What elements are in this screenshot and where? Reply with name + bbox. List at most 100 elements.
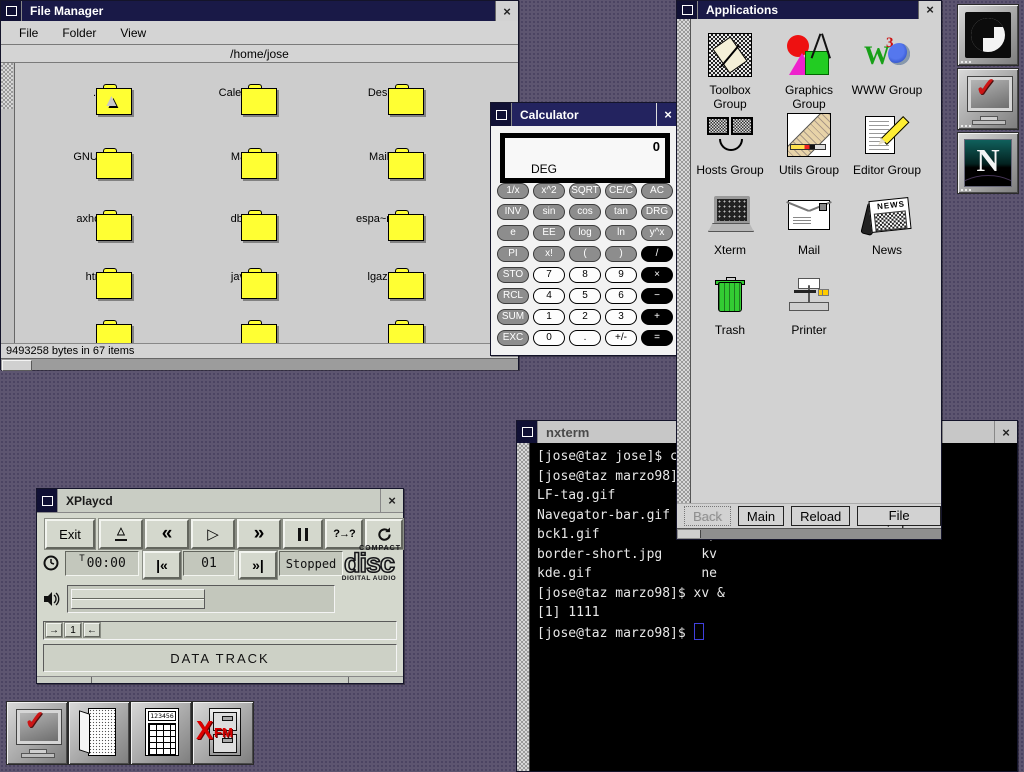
dock-tile-xfm[interactable]: X FM xyxy=(192,701,254,765)
calc-button[interactable]: . xyxy=(569,330,601,346)
file-manager-titlebar[interactable]: File Manager × xyxy=(1,1,518,21)
window-resize-bar[interactable] xyxy=(37,676,403,683)
main-button[interactable]: Main xyxy=(738,506,784,526)
calc-button[interactable]: DRG xyxy=(641,204,673,220)
calc-button[interactable]: 9 xyxy=(605,267,637,283)
file-window-button[interactable]: File window xyxy=(857,506,941,526)
calc-button[interactable]: tan xyxy=(605,204,637,220)
applications-titlebar[interactable]: Applications × xyxy=(677,1,941,19)
exit-button[interactable]: Exit xyxy=(45,519,95,549)
calc-button[interactable]: e xyxy=(497,225,529,241)
xplaycd-titlebar[interactable]: XPlaycd × xyxy=(37,489,403,513)
calc-button[interactable]: RCL xyxy=(497,288,529,304)
dock-tile-system-check[interactable]: ✓ xyxy=(957,68,1019,130)
calc-button[interactable]: 1/x xyxy=(497,183,529,199)
calc-button[interactable]: sin xyxy=(533,204,565,220)
app-item-news[interactable]: NEWS News xyxy=(848,189,926,257)
calc-button[interactable]: × xyxy=(641,267,673,283)
dock-tile-netscape[interactable]: N xyxy=(957,132,1019,194)
calc-button[interactable]: 0 xyxy=(533,330,565,346)
calc-button[interactable]: +/- xyxy=(605,330,637,346)
folder-item[interactable]: ▲ .. xyxy=(36,84,156,99)
folder-item[interactable]: GNUstep xyxy=(36,148,156,163)
window-menu-icon[interactable] xyxy=(517,421,538,443)
calc-button[interactable]: ( xyxy=(569,246,601,262)
window-menu-icon[interactable] xyxy=(677,1,698,19)
next-track-button[interactable]: »| xyxy=(239,551,277,579)
calc-button[interactable]: x! xyxy=(533,246,565,262)
folder-item[interactable]: Mail xyxy=(181,148,301,163)
calc-button[interactable]: 6 xyxy=(605,288,637,304)
scrollbar-thumb[interactable] xyxy=(678,530,701,538)
calculator-titlebar[interactable]: Calculator × xyxy=(491,103,679,126)
close-icon[interactable]: × xyxy=(994,421,1017,443)
app-item-toolbox[interactable]: Toolbox Group xyxy=(691,29,769,111)
calc-button[interactable]: y^x xyxy=(641,225,673,241)
calc-button[interactable]: x^2 xyxy=(533,183,565,199)
calc-button[interactable]: 2 xyxy=(569,309,601,325)
folder-item[interactable]: dbfs xyxy=(181,210,301,225)
dock-tile-system-check[interactable]: ✓ xyxy=(6,701,68,765)
vertical-scrollbar[interactable] xyxy=(517,443,530,771)
horizontal-scrollbar[interactable] xyxy=(1,358,518,370)
track-nav-track-button[interactable]: 1 xyxy=(65,623,81,637)
folder-item[interactable]: Calendar xyxy=(181,84,301,99)
calc-button[interactable]: PI xyxy=(497,246,529,262)
back-button[interactable]: Back xyxy=(684,506,731,526)
folder-item[interactable]: Desktop xyxy=(328,84,448,99)
window-menu-icon[interactable] xyxy=(491,103,512,126)
app-item-utils[interactable]: Utils Group xyxy=(770,109,848,177)
app-item-printer[interactable]: Printer xyxy=(770,269,848,337)
app-item-trash[interactable]: Trash xyxy=(691,269,769,337)
folder-item[interactable]: espa~nol-1.5 xyxy=(328,210,448,225)
calc-button[interactable]: 8 xyxy=(569,267,601,283)
vertical-scrollbar[interactable] xyxy=(1,63,15,343)
calc-button[interactable]: EE xyxy=(533,225,565,241)
volume-slider[interactable] xyxy=(67,585,335,613)
dock-tile-book[interactable] xyxy=(68,701,130,765)
calc-button[interactable]: = xyxy=(641,330,673,346)
calc-button[interactable]: AC xyxy=(641,183,673,199)
calc-button[interactable]: 5 xyxy=(569,288,601,304)
dock-tile-window-maker[interactable] xyxy=(957,4,1019,66)
calc-button[interactable]: log xyxy=(569,225,601,241)
folder-item[interactable]: axhome xyxy=(36,210,156,225)
rewind-button[interactable]: « xyxy=(145,519,189,549)
window-menu-icon[interactable] xyxy=(1,1,22,21)
app-item-editor[interactable]: Editor Group xyxy=(848,109,926,177)
calc-button[interactable]: 3 xyxy=(605,309,637,325)
calc-button[interactable]: 4 xyxy=(533,288,565,304)
calc-button[interactable]: 1 xyxy=(533,309,565,325)
close-icon[interactable]: × xyxy=(918,1,941,19)
scrollbar-thumb[interactable] xyxy=(2,360,32,371)
app-item-graphics[interactable]: Graphics Group xyxy=(770,29,848,111)
app-item-xterm[interactable]: Xterm xyxy=(691,189,769,257)
calc-button[interactable]: − xyxy=(641,288,673,304)
eject-button[interactable]: △ xyxy=(99,519,143,549)
folder-item[interactable]: java xyxy=(181,268,301,283)
calc-button[interactable]: / xyxy=(641,246,673,262)
menu-view[interactable]: View xyxy=(114,24,152,42)
calc-button[interactable]: CE/C xyxy=(605,183,637,199)
close-icon[interactable]: × xyxy=(495,1,518,21)
dock-tile-calculator[interactable]: 123456 xyxy=(130,701,192,765)
app-item-mail[interactable]: Mail xyxy=(770,189,848,257)
pause-button[interactable] xyxy=(283,519,323,549)
prev-track-button[interactable]: |« xyxy=(143,551,181,579)
folder-item[interactable]: html xyxy=(36,268,156,283)
calc-button[interactable]: ) xyxy=(605,246,637,262)
window-menu-icon[interactable] xyxy=(37,489,58,512)
folder-item[interactable]: lgazzete xyxy=(328,268,448,283)
calc-button[interactable]: 7 xyxy=(533,267,565,283)
track-nav-forward-button[interactable]: → xyxy=(46,623,62,637)
calc-button[interactable]: + xyxy=(641,309,673,325)
calc-button[interactable]: INV xyxy=(497,204,529,220)
menu-file[interactable]: File xyxy=(13,24,44,42)
app-item-www[interactable]: W3 WWW Group xyxy=(848,29,926,97)
menu-folder[interactable]: Folder xyxy=(56,24,102,42)
app-item-hosts[interactable]: Hosts Group xyxy=(691,109,769,177)
forward-button[interactable]: » xyxy=(237,519,281,549)
calc-button[interactable]: STO xyxy=(497,267,529,283)
calc-button[interactable]: SUM xyxy=(497,309,529,325)
calc-button[interactable]: ln xyxy=(605,225,637,241)
